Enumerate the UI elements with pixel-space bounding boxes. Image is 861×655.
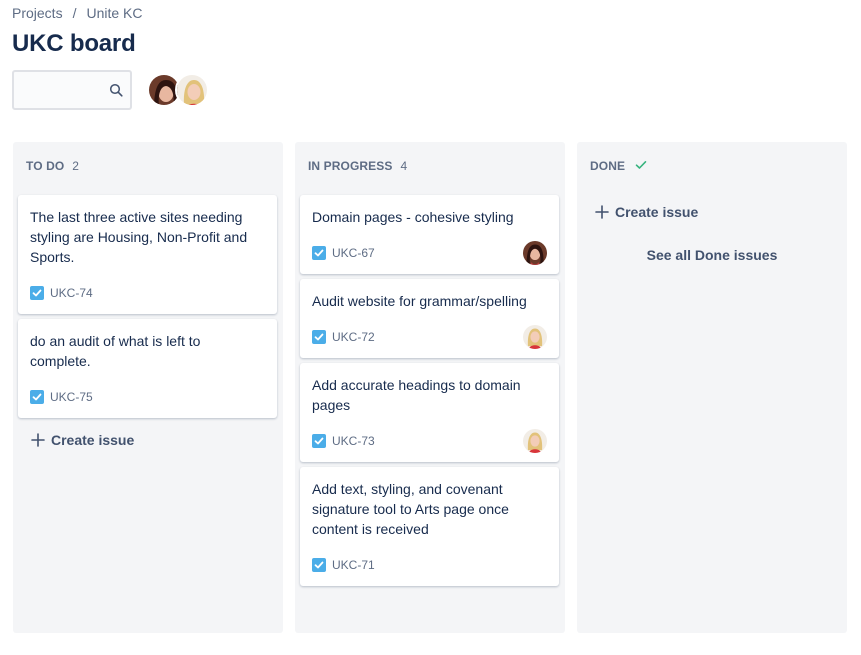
card-footer: UKC-74: [30, 286, 265, 300]
assignee-avatar-blonde[interactable]: [523, 429, 547, 453]
column-header: IN PROGRESS 4: [308, 159, 407, 173]
search-box[interactable]: [12, 70, 132, 110]
card-footer: UKC-75: [30, 390, 265, 404]
issue-summary: Add accurate headings to domain pages: [312, 377, 521, 413]
create-issue-button[interactable]: Create issue: [595, 204, 698, 220]
plus-icon: [31, 433, 45, 447]
assignee-avatar-blonde[interactable]: [523, 325, 547, 349]
issue-card[interactable]: Add text, styling, and covenant signatur…: [300, 467, 559, 586]
issue-card[interactable]: do an audit of what is left to complete.…: [18, 319, 277, 418]
issue-key[interactable]: UKC-73: [332, 434, 375, 448]
breadcrumb: Projects / Unite KC: [12, 5, 143, 21]
task-checkbox-icon: [312, 246, 326, 260]
issue-summary: Domain pages - cohesive styling: [312, 209, 514, 225]
search-input[interactable]: [18, 76, 110, 104]
card-footer: UKC-72: [312, 325, 547, 349]
column-header: TO DO 2: [26, 159, 79, 173]
column-count: 4: [400, 159, 408, 173]
breadcrumb-projects-link[interactable]: Projects: [12, 5, 63, 21]
task-checkbox-icon: [312, 434, 326, 448]
column-in-progress: IN PROGRESS 4 Domain pages - cohesive st…: [295, 142, 565, 633]
search-icon: [109, 83, 123, 97]
column-name: IN PROGRESS: [308, 159, 393, 173]
issue-key[interactable]: UKC-74: [50, 286, 93, 300]
breadcrumb-separator: /: [72, 5, 77, 21]
create-issue-label: Create issue: [51, 432, 135, 448]
breadcrumb-project-link[interactable]: Unite KC: [86, 5, 142, 21]
issue-key[interactable]: UKC-67: [332, 246, 375, 260]
page-title: UKC board: [12, 30, 136, 57]
assignee-avatar-dark-hair[interactable]: [523, 241, 547, 265]
task-checkbox-icon: [312, 558, 326, 572]
issue-card[interactable]: The last three active sites needing styl…: [18, 195, 277, 314]
issue-key[interactable]: UKC-72: [332, 330, 375, 344]
task-checkbox-icon: [30, 286, 44, 300]
see-all-done-issues-link[interactable]: See all Done issues: [577, 247, 847, 263]
column-count: 2: [72, 159, 79, 173]
column-done: DONE Create issue See all Done issues: [577, 142, 847, 633]
card-footer: UKC-73: [312, 429, 547, 453]
issue-key[interactable]: UKC-75: [50, 390, 93, 404]
issue-summary: Add text, styling, and covenant signatur…: [312, 481, 509, 537]
plus-icon: [595, 205, 609, 219]
create-issue-label: Create issue: [615, 204, 699, 220]
issue-card[interactable]: Audit website for grammar/spelling UKC-7…: [300, 279, 559, 358]
column-name: DONE: [590, 159, 626, 173]
issue-summary: The last three active sites needing styl…: [30, 209, 248, 265]
issue-summary: do an audit of what is left to complete.: [30, 333, 201, 369]
assignee-filter-avatars: [147, 73, 209, 107]
issue-card[interactable]: Add accurate headings to domain pages UK…: [300, 363, 559, 462]
create-issue-button[interactable]: Create issue: [31, 432, 134, 448]
task-checkbox-icon: [30, 390, 44, 404]
avatar-blonde[interactable]: [175, 73, 209, 107]
issue-card[interactable]: Domain pages - cohesive styling UKC-67: [300, 195, 559, 274]
column-name: TO DO: [26, 159, 65, 173]
issue-key[interactable]: UKC-71: [332, 558, 375, 572]
task-checkbox-icon: [312, 330, 326, 344]
card-footer: UKC-71: [312, 558, 547, 572]
column-todo: TO DO 2 The last three active sites need…: [13, 142, 283, 633]
column-header: DONE: [590, 159, 647, 173]
issue-summary: Audit website for grammar/spelling: [312, 293, 527, 309]
card-footer: UKC-67: [312, 241, 547, 265]
done-check-icon: [635, 159, 647, 173]
